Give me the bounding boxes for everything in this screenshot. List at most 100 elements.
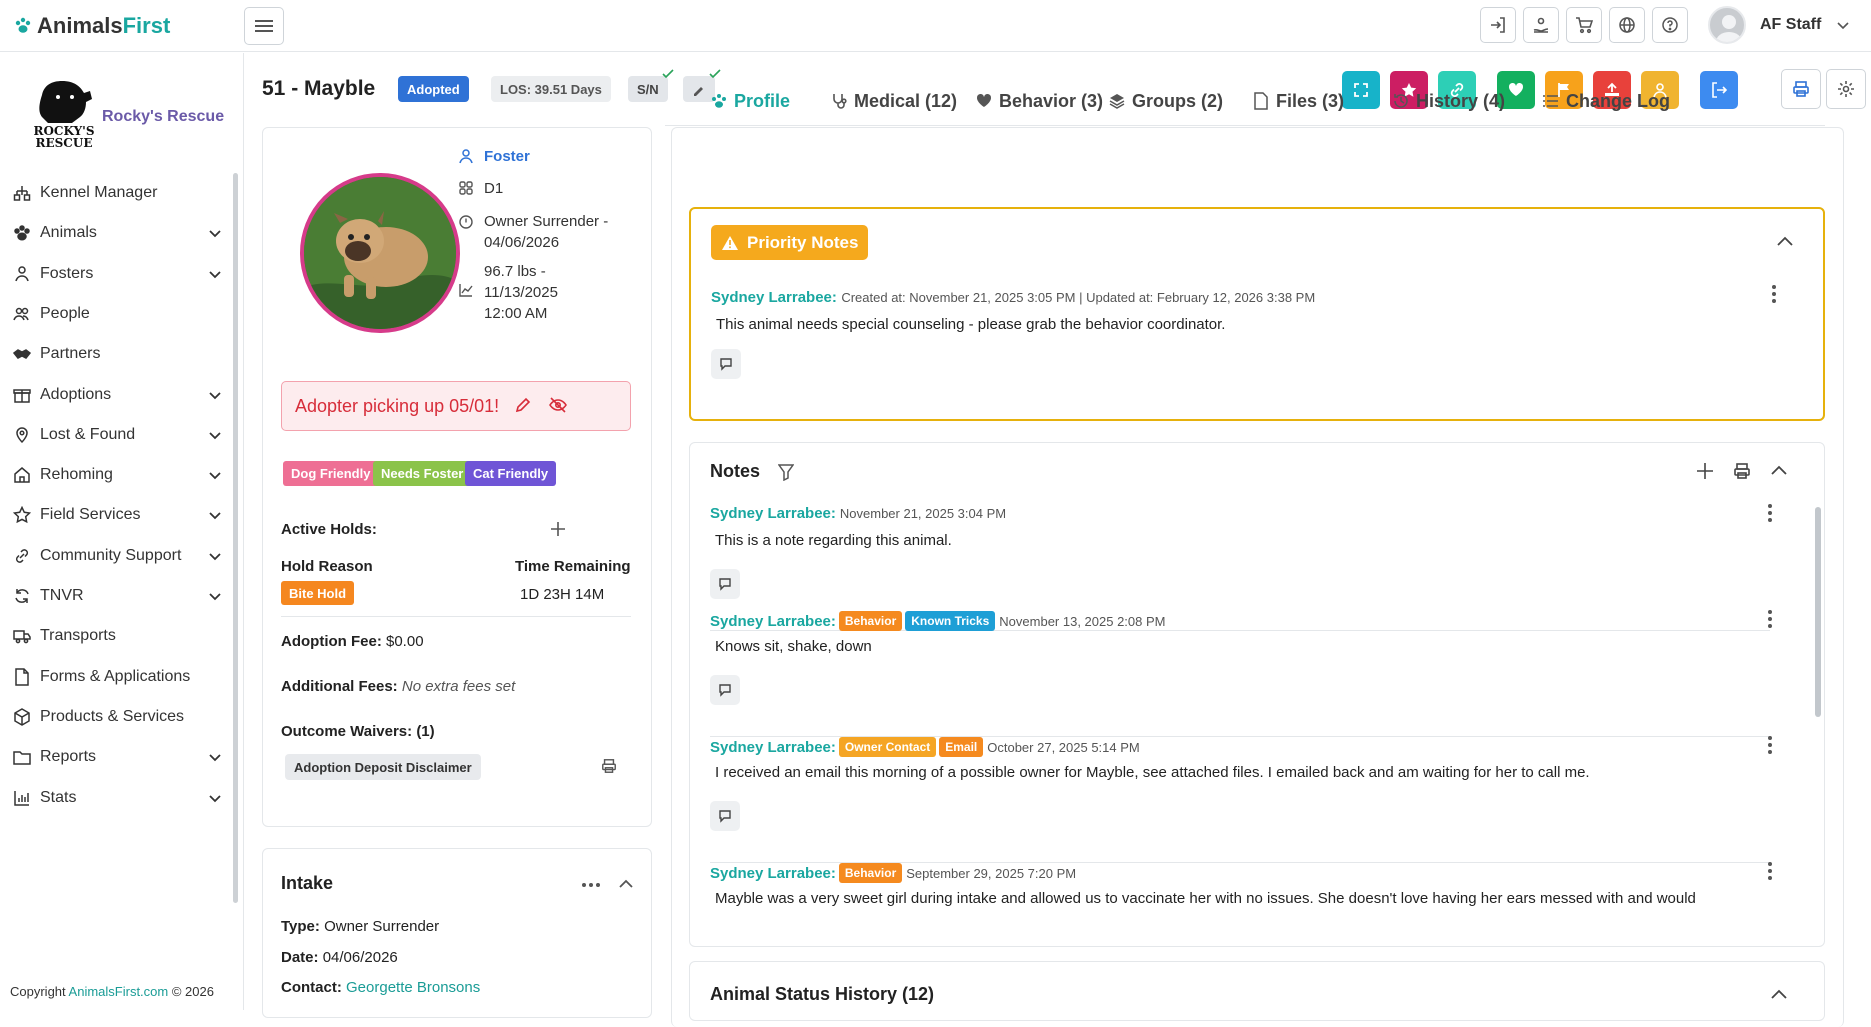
sidebar-item-tnvr[interactable]: TNVR: [12, 576, 222, 616]
eye-slash-icon[interactable]: [548, 396, 568, 414]
animal-photo[interactable]: [300, 173, 460, 333]
intake-card: Intake Type: Owner Surrender Date: 04/06…: [262, 848, 652, 1018]
user-name[interactable]: AF Staff: [1760, 16, 1821, 34]
tab-history[interactable]: History (4): [1392, 86, 1505, 116]
chevron-up-icon[interactable]: [1776, 234, 1794, 250]
note-author[interactable]: Sydney Larrabee:: [710, 505, 836, 522]
intake-date-row: Date: 04/06/2026: [281, 949, 398, 966]
app-logo[interactable]: AnimalsFirst: [13, 13, 170, 39]
chevron-down-icon[interactable]: [1836, 18, 1850, 32]
sidebar-item-fosters[interactable]: Fosters: [12, 254, 222, 294]
printer-icon[interactable]: [601, 758, 617, 774]
copyright-link[interactable]: AnimalsFirst.com: [69, 984, 169, 999]
comment-button[interactable]: [710, 569, 740, 599]
more-vertical-icon[interactable]: [1767, 609, 1773, 629]
sidebar-item-label: People: [40, 304, 90, 322]
more-horizontal-icon[interactable]: [581, 882, 601, 888]
sidebar-item-animals[interactable]: Animals: [12, 213, 222, 253]
sidebar-item-community-support[interactable]: Community Support: [12, 536, 222, 576]
foster-link-row[interactable]: Foster: [458, 148, 530, 165]
chevron-up-icon[interactable]: [1770, 987, 1788, 1003]
note-body: I received an email this morning of a po…: [715, 764, 1590, 781]
tag-dog-friendly[interactable]: Dog Friendly: [283, 461, 379, 486]
sidebar-item-transports[interactable]: Transports: [12, 616, 222, 656]
add-hold-plus-icon[interactable]: [549, 520, 567, 538]
add-note-plus-icon[interactable]: [1695, 461, 1715, 481]
intake-title: Intake: [281, 873, 334, 893]
tag-needs-foster[interactable]: Needs Foster: [373, 461, 472, 486]
note-tag[interactable]: Email: [939, 737, 984, 757]
note-tag[interactable]: Behavior: [838, 611, 903, 631]
comment-button[interactable]: [710, 801, 740, 831]
chevron-up-icon[interactable]: [1770, 463, 1788, 479]
help-button[interactable]: [1652, 7, 1688, 43]
help-icon: [1661, 16, 1679, 34]
waiver-chip[interactable]: Adoption Deposit Disclaimer: [285, 754, 481, 780]
notes-scrollbar[interactable]: [1815, 507, 1821, 717]
foster-link[interactable]: Foster: [484, 148, 530, 165]
settings-button[interactable]: [1826, 69, 1866, 109]
sidebar-item-rehoming[interactable]: Rehoming: [12, 455, 222, 495]
more-vertical-icon[interactable]: [1767, 503, 1773, 523]
intake-button[interactable]: [1523, 7, 1559, 43]
sidebar-item-stats[interactable]: Stats: [12, 778, 222, 818]
menu-toggle-button[interactable]: [244, 7, 284, 45]
cart-button[interactable]: [1566, 7, 1602, 43]
time-remaining-header: Time Remaining: [515, 558, 631, 575]
tab-change-log[interactable]: Change Log: [1542, 86, 1670, 116]
more-vertical-icon[interactable]: [1771, 284, 1777, 304]
note-tag[interactable]: Behavior: [838, 863, 903, 883]
user-avatar[interactable]: [1708, 6, 1746, 44]
note-author[interactable]: Sydney Larrabee:: [710, 865, 836, 882]
sidebar-item-kennel-manager[interactable]: Kennel Manager: [12, 173, 222, 213]
note-tag[interactable]: Owner Contact: [838, 737, 937, 757]
note-body: This is a note regarding this animal.: [715, 532, 952, 549]
sidebar-item-lost-found[interactable]: Lost & Found: [12, 415, 222, 455]
language-button[interactable]: [1609, 7, 1645, 43]
note-tag[interactable]: Known Tricks: [905, 611, 996, 631]
login-button[interactable]: [1480, 7, 1516, 43]
sidebar-item-forms-applications[interactable]: Forms & Applications: [12, 657, 222, 697]
tab-groups[interactable]: Groups (2): [1108, 86, 1223, 116]
sidebar-item-partners[interactable]: Partners: [12, 334, 222, 374]
sidebar-item-people[interactable]: People: [12, 294, 222, 334]
history-icon: [1392, 92, 1410, 110]
notes-panel: Notes Sydney Larrabee: November 21, 2025 …: [689, 442, 1825, 947]
truck-icon: [12, 627, 32, 645]
note-author[interactable]: Sydney Larrabee:: [710, 739, 836, 756]
more-vertical-icon[interactable]: [1767, 861, 1773, 881]
sidebar-item-field-services[interactable]: Field Services: [12, 495, 222, 535]
handshake-icon: [12, 345, 32, 363]
sidebar-scrollbar[interactable]: [233, 173, 238, 903]
clock-icon: [458, 214, 474, 253]
note-author[interactable]: Sydney Larrabee:: [710, 613, 836, 630]
filter-icon[interactable]: [778, 463, 794, 481]
tab-behavior[interactable]: Behavior (3): [975, 86, 1103, 116]
org-header[interactable]: ROCKY'S RESCUE Rocky's Rescue: [10, 63, 240, 168]
comment-button[interactable]: [710, 675, 740, 705]
note-item: Sydney Larrabee: Behavior September 29, 20…: [710, 861, 1773, 946]
tab-medical[interactable]: Medical (12): [830, 86, 957, 116]
sidebar-item-label: Transports: [40, 627, 116, 645]
sidebar-item-products-services[interactable]: Products & Services: [12, 697, 222, 737]
paw-icon: [710, 92, 728, 110]
comment-button[interactable]: [711, 349, 741, 379]
layers-icon: [1108, 92, 1126, 110]
tab-files[interactable]: Files (3): [1252, 86, 1344, 116]
more-vertical-icon[interactable]: [1767, 735, 1773, 755]
chevron-up-icon[interactable]: [618, 876, 634, 892]
pencil-icon[interactable]: [514, 396, 532, 414]
note-item: Sydney Larrabee: Behavior Known Tricks Nove…: [710, 609, 1773, 737]
sidebar-item-adoptions[interactable]: Adoptions: [12, 375, 222, 415]
chart-icon: [12, 789, 32, 807]
sidebar-item-reports[interactable]: Reports: [12, 737, 222, 777]
printer-icon[interactable]: [1733, 462, 1751, 480]
note-author[interactable]: Sydney Larrabee:: [711, 289, 837, 306]
contact-link[interactable]: Georgette Bronsons: [346, 979, 480, 996]
tab-profile[interactable]: Profile: [710, 86, 790, 116]
tag-cat-friendly[interactable]: Cat Friendly: [465, 461, 557, 486]
document-icon: [12, 667, 32, 686]
sidebar-item-label: Community Support: [40, 546, 182, 564]
copyright: Copyright AnimalsFirst.com © 2026: [10, 984, 214, 999]
comment-icon: [717, 682, 733, 698]
